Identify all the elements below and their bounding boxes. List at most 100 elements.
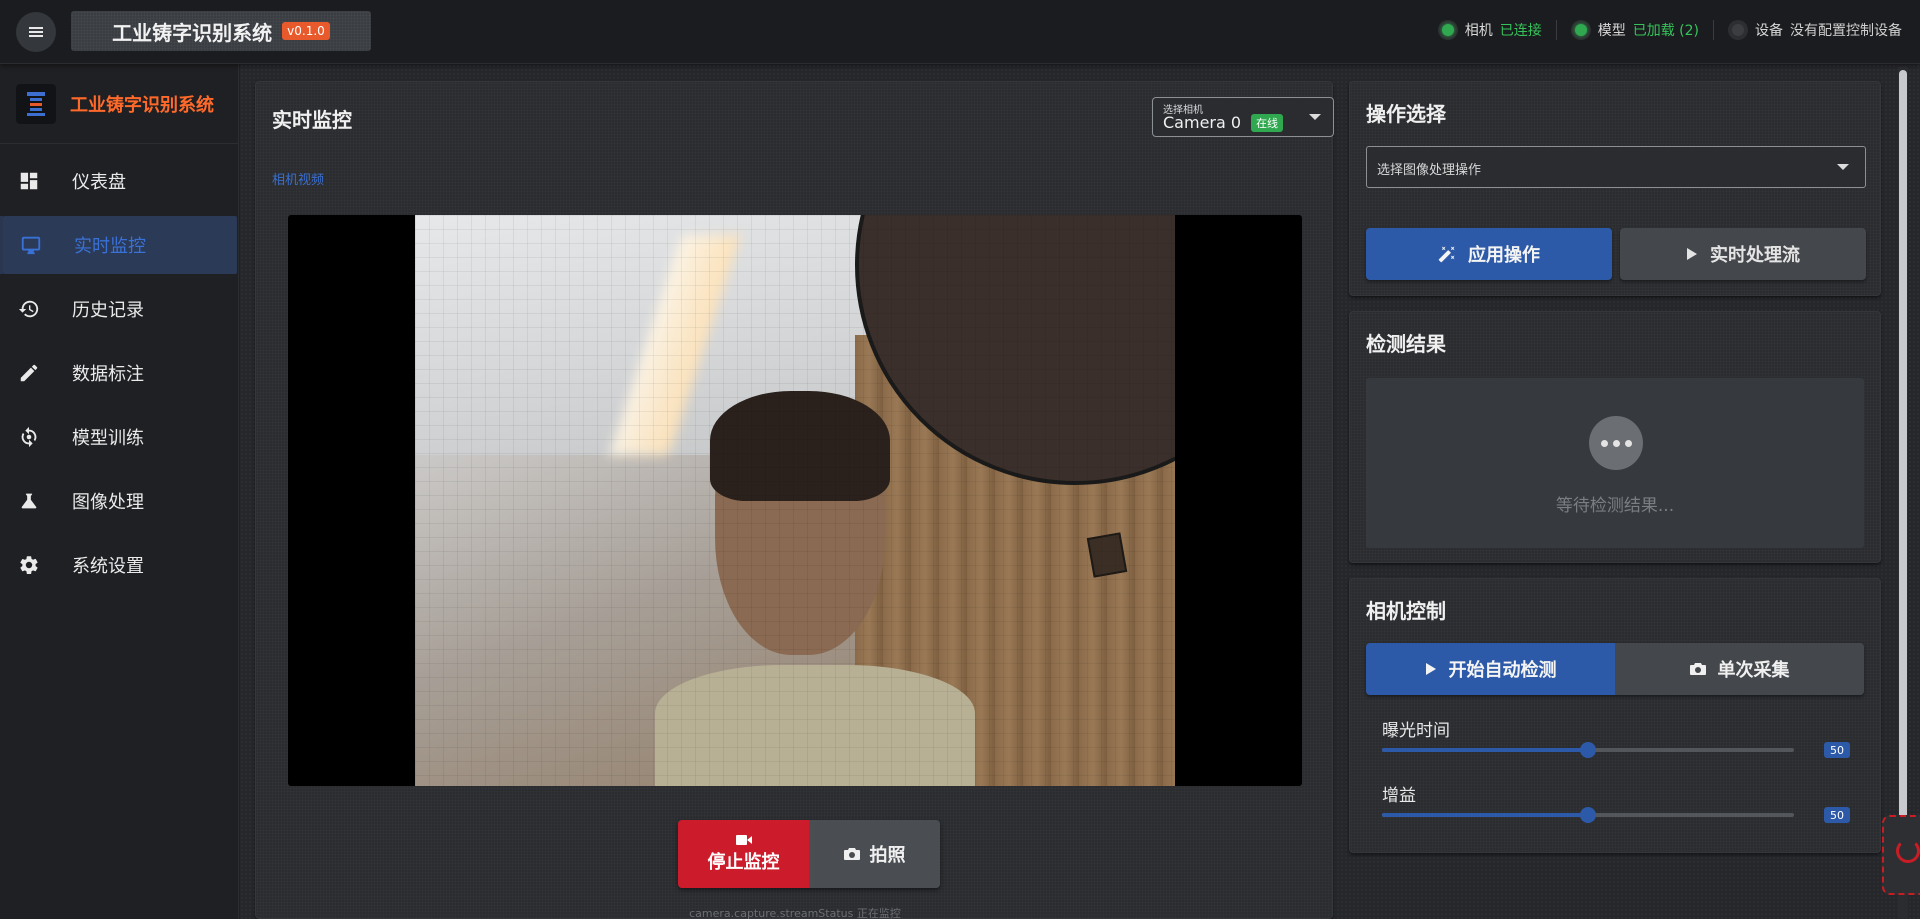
hamburger-icon — [29, 27, 43, 37]
more-dots-icon — [1589, 416, 1643, 470]
camera-control-buttons: 开始自动检测 单次采集 — [1366, 643, 1864, 695]
exposure-value: 50 — [1824, 742, 1850, 758]
take-photo-button[interactable]: 拍照 — [809, 820, 940, 888]
status-label: 设备 — [1755, 23, 1783, 39]
online-badge: 在线 — [1251, 113, 1284, 132]
exposure-slider[interactable] — [1382, 742, 1794, 758]
flask-icon — [21, 493, 37, 509]
camera-name: Camera 0 — [1163, 113, 1242, 132]
status-indicators: 相机 已连接 模型 已加载 (2) 设备 没有配置控制设备 — [1424, 20, 1902, 40]
sidebar-item-settings[interactable]: 系统设置 — [0, 536, 238, 594]
dashboard-icon — [20, 172, 38, 190]
sidebar: 工业铸字识别系统 仪表盘 实时监控 历史记录 数据标注 模型训练 图像处理 系统… — [0, 64, 239, 919]
realtime-stream-button[interactable]: 实时处理流 — [1620, 228, 1866, 280]
main-content: 实时监控 选择相机 Camera 0 在线 相机视频 停止监控 拍照 camer… — [240, 64, 1920, 919]
play-icon — [1687, 248, 1697, 260]
spinner-icon — [1896, 839, 1920, 863]
status-dot-icon — [1728, 20, 1748, 40]
camera-control-title: 相机控制 — [1366, 599, 1446, 623]
single-capture-button[interactable]: 单次采集 — [1615, 643, 1864, 695]
sidebar-item-training[interactable]: 模型训练 — [0, 408, 238, 466]
exposure-label: 曝光时间 — [1382, 721, 1450, 741]
start-auto-detect-button[interactable]: 开始自动检测 — [1366, 643, 1615, 695]
menu-button[interactable] — [16, 12, 56, 52]
model-status: 模型 已加载 (2) — [1557, 20, 1714, 40]
sidebar-header: 工业铸字识别系统 — [0, 64, 238, 144]
gain-slider[interactable] — [1382, 807, 1794, 823]
stop-monitor-label: 停止监控 — [707, 852, 780, 873]
sidebar-item-image-processing[interactable]: 图像处理 — [0, 472, 238, 530]
logo-icon — [16, 83, 56, 124]
stop-monitor-button[interactable]: 停止监控 — [678, 820, 809, 888]
detection-title: 检测结果 — [1366, 332, 1446, 356]
status-value: 已连接 — [1499, 23, 1542, 39]
operation-buttons: 应用操作 实时处理流 — [1366, 228, 1866, 280]
camera-select-value: Camera 0 在线 — [1163, 113, 1284, 132]
status-value: 已加载 (2) — [1632, 23, 1699, 39]
sidebar-item-history[interactable]: 历史记录 — [0, 280, 238, 338]
sidebar-item-annotation[interactable]: 数据标注 — [0, 344, 238, 402]
scrollbar[interactable] — [1898, 66, 1908, 919]
gain-slider-fill — [1382, 813, 1588, 817]
gain-value: 50 — [1824, 807, 1850, 823]
operation-title: 操作选择 — [1366, 102, 1446, 126]
app-title: 工业铸字识别系统 — [112, 20, 273, 45]
app-title-box: 工业铸字识别系统 v0.1.0 — [71, 11, 371, 51]
floating-action-button[interactable] — [1882, 815, 1920, 895]
sidebar-brand: 工业铸字识别系统 — [70, 94, 214, 116]
sidebar-item-dashboard[interactable]: 仪表盘 — [0, 152, 238, 210]
sidebar-item-label: 系统设置 — [72, 556, 144, 577]
take-photo-label: 拍照 — [869, 845, 906, 866]
realtime-stream-label: 实时处理流 — [1710, 245, 1800, 266]
operation-select-placeholder: 选择图像处理操作 — [1377, 163, 1482, 178]
exposure-slider-thumb[interactable] — [1580, 742, 1596, 758]
nav-list: 仪表盘 实时监控 历史记录 数据标注 模型训练 图像处理 系统设置 — [0, 152, 238, 594]
chevron-down-icon — [1837, 164, 1849, 170]
camera-select[interactable]: 选择相机 Camera 0 在线 — [1152, 97, 1334, 137]
pencil-icon — [20, 364, 38, 382]
gear-icon — [20, 556, 38, 574]
status-dot-icon — [1437, 20, 1458, 40]
sidebar-item-label: 仪表盘 — [72, 172, 126, 193]
play-icon — [1425, 663, 1436, 675]
chevron-down-icon — [1309, 114, 1321, 120]
stream-status: camera.capture.streamStatus 正在监控 — [689, 907, 901, 919]
status-dot-icon — [1570, 20, 1591, 40]
monitor-icon — [21, 236, 41, 255]
sidebar-item-label: 数据标注 — [72, 364, 144, 385]
scrollbar-thumb[interactable] — [1899, 70, 1907, 870]
gain-label: 增益 — [1382, 786, 1416, 806]
apply-operation-label: 应用操作 — [1468, 245, 1540, 266]
start-auto-detect-label: 开始自动检测 — [1448, 660, 1557, 681]
sidebar-item-label: 历史记录 — [72, 300, 144, 321]
camera-video — [288, 215, 1302, 786]
detection-panel: 检测结果 等待检测结果... — [1349, 311, 1881, 563]
magic-wand-icon — [1438, 246, 1455, 263]
video-label: 相机视频 — [272, 173, 325, 188]
sidebar-item-label: 模型训练 — [72, 428, 144, 449]
gain-slider-thumb[interactable] — [1580, 807, 1596, 823]
device-status: 设备 没有配置控制设备 — [1714, 20, 1902, 40]
detection-result-box: 等待检测结果... — [1366, 378, 1864, 548]
camera-feed-image — [415, 215, 1175, 786]
status-value: 没有配置控制设备 — [1790, 23, 1902, 39]
sidebar-item-monitor[interactable]: 实时监控 — [0, 216, 237, 274]
sidebar-item-label: 实时监控 — [74, 236, 146, 257]
history-icon — [18, 300, 39, 318]
exposure-slider-fill — [1382, 748, 1588, 752]
top-app-bar: 工业铸字识别系统 v0.1.0 相机 已连接 模型 已加载 (2) 设备 没有配… — [0, 0, 1920, 64]
live-monitor-panel: 实时监控 选择相机 Camera 0 在线 相机视频 停止监控 拍照 camer… — [255, 81, 1334, 919]
sidebar-item-label: 图像处理 — [72, 492, 144, 513]
camera-icon — [1689, 663, 1706, 675]
monitor-button-group: 停止监控 拍照 — [678, 820, 940, 888]
apply-operation-button[interactable]: 应用操作 — [1366, 228, 1612, 280]
waiting-text: 等待检测结果... — [1555, 496, 1675, 516]
camera-control-panel: 相机控制 开始自动检测 单次采集 曝光时间 50 增益 50 — [1349, 578, 1881, 853]
single-capture-label: 单次采集 — [1717, 660, 1790, 681]
video-camera-icon — [735, 835, 752, 845]
status-label: 模型 — [1597, 23, 1626, 39]
page-title: 实时监控 — [272, 108, 352, 132]
operation-select[interactable]: 选择图像处理操作 — [1366, 146, 1866, 188]
training-icon — [21, 426, 37, 448]
version-badge: v0.1.0 — [282, 22, 330, 40]
